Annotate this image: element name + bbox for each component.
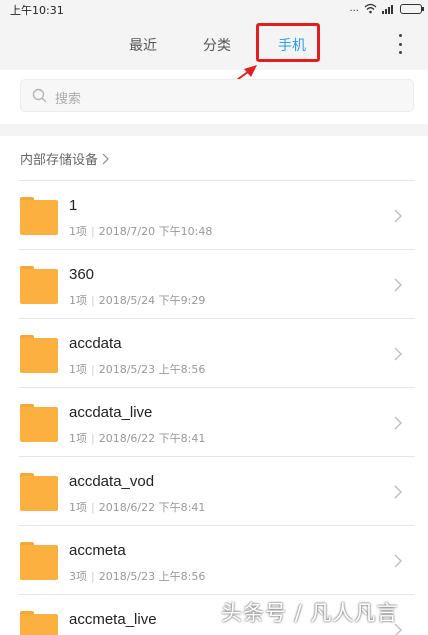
folder-meta: 1项 | 2018/6/22 下午8:41 bbox=[69, 430, 205, 446]
chevron-right-icon bbox=[394, 416, 402, 430]
folder-modified-date: 2018/5/23 上午8:56 bbox=[98, 363, 206, 376]
signal-icon bbox=[382, 4, 393, 14]
folder-meta: 1项 | 2018/7/20 下午10:48 bbox=[69, 223, 212, 239]
search-input[interactable]: 搜索 bbox=[20, 79, 414, 112]
folder-icon bbox=[20, 335, 58, 373]
folder-list: 1 1项 | 2018/7/20 下午10:48 360 1项 | 2018/5/24 下午9… bbox=[0, 180, 428, 635]
folder-name: accmeta_live bbox=[69, 611, 157, 628]
folder-row[interactable]: accdata_live 1项 | 2018/6/22 下午8:41 bbox=[0, 388, 428, 456]
folder-icon bbox=[20, 542, 58, 580]
folder-item-count: 1项 bbox=[69, 432, 87, 445]
tab-recent[interactable]: 最近 bbox=[129, 35, 157, 55]
more-vertical-icon[interactable] bbox=[393, 34, 407, 54]
folder-modified-date: 2018/5/24 下午9:29 bbox=[98, 294, 206, 307]
chevron-right-icon bbox=[394, 485, 402, 499]
signal-dots: ... bbox=[349, 3, 359, 14]
battery-icon bbox=[400, 3, 424, 14]
breadcrumb[interactable]: 内部存储设备 bbox=[20, 149, 110, 168]
folder-name: accdata_live bbox=[69, 404, 153, 421]
meta-separator: | bbox=[91, 569, 95, 583]
meta-separator: | bbox=[91, 431, 95, 445]
chevron-right-icon bbox=[102, 153, 109, 164]
meta-separator: | bbox=[91, 224, 95, 238]
folder-icon bbox=[20, 404, 58, 442]
folder-modified-date: 2018/6/22 下午8:41 bbox=[98, 501, 206, 514]
meta-separator: | bbox=[91, 362, 95, 376]
folder-modified-date: 2018/6/22 下午8:41 bbox=[98, 432, 206, 445]
chevron-right-icon bbox=[394, 347, 402, 361]
folder-name: 360 bbox=[69, 266, 95, 283]
wifi-icon bbox=[364, 3, 377, 14]
folder-modified-date: 2018/5/23 上午8:56 bbox=[98, 570, 206, 583]
chevron-right-icon bbox=[394, 554, 402, 568]
status-icons: ... bbox=[349, 2, 424, 15]
folder-icon bbox=[20, 266, 58, 304]
folder-name: accdata bbox=[69, 335, 122, 352]
folder-item-count: 3项 bbox=[69, 570, 87, 583]
folder-meta: 1项 | 2018/6/22 下午8:41 bbox=[69, 499, 205, 515]
meta-separator: | bbox=[91, 293, 95, 307]
search-placeholder: 搜索 bbox=[55, 92, 82, 107]
folder-name: 1 bbox=[69, 197, 78, 214]
watermark: 头条号 / 凡人凡言 bbox=[221, 601, 399, 625]
tab-category[interactable]: 分类 bbox=[203, 35, 231, 55]
folder-row[interactable]: 360 1项 | 2018/5/24 下午9:29 bbox=[0, 250, 428, 318]
folder-icon bbox=[20, 611, 58, 635]
folder-meta: 1项 | 2018/5/23 上午8:56 bbox=[69, 361, 205, 377]
chevron-right-icon bbox=[394, 278, 402, 292]
annotation-highlight-box bbox=[256, 23, 320, 62]
chevron-right-icon bbox=[394, 209, 402, 223]
folder-name: accdata_vod bbox=[69, 473, 155, 490]
folder-item-count: 1项 bbox=[69, 225, 87, 238]
folder-item-count: 1项 bbox=[69, 363, 87, 376]
folder-meta: 3项 | 2018/5/23 上午8:56 bbox=[69, 568, 205, 584]
folder-item-count: 1项 bbox=[69, 294, 87, 307]
breadcrumb-label: 内部存储设备 bbox=[20, 153, 99, 168]
folder-row[interactable]: 1 1项 | 2018/7/20 下午10:48 bbox=[0, 181, 428, 249]
folder-row[interactable]: accmeta 3项 | 2018/5/23 上午8:56 bbox=[0, 526, 428, 594]
section-separator bbox=[0, 124, 428, 136]
folder-name: accmeta bbox=[69, 542, 126, 559]
folder-row[interactable]: accdata 1项 | 2018/5/23 上午8:56 bbox=[0, 319, 428, 387]
folder-modified-date: 2018/7/20 下午10:48 bbox=[98, 225, 213, 238]
folder-icon bbox=[20, 197, 58, 235]
status-time: 上午10:31 bbox=[10, 4, 64, 17]
folder-icon bbox=[20, 473, 58, 511]
meta-separator: | bbox=[91, 500, 95, 514]
folder-item-count: 1项 bbox=[69, 501, 87, 514]
status-bar: 上午10:31 ... bbox=[0, 0, 428, 18]
search-icon bbox=[32, 88, 47, 103]
folder-meta: 1项 | 2018/5/24 下午9:29 bbox=[69, 292, 205, 308]
folder-row[interactable]: accdata_vod 1项 | 2018/6/22 下午8:41 bbox=[0, 457, 428, 525]
